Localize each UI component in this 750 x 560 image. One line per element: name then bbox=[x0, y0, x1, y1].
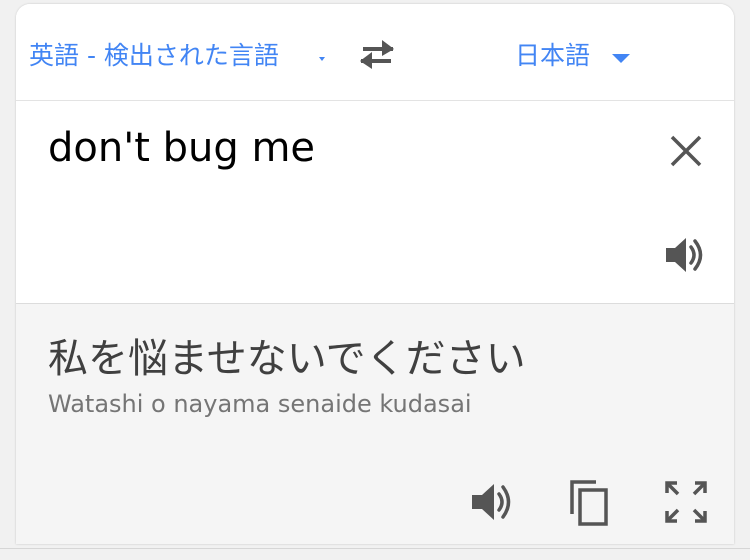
fullscreen-icon[interactable] bbox=[664, 480, 708, 524]
source-text[interactable]: don't bug me bbox=[48, 125, 315, 171]
bottom-divider bbox=[0, 548, 750, 549]
speaker-icon[interactable] bbox=[470, 480, 516, 524]
source-input-area[interactable]: don't bug me bbox=[16, 101, 734, 304]
speaker-icon[interactable] bbox=[664, 235, 708, 275]
translation-text: 私を悩ませないでください bbox=[48, 336, 526, 382]
language-bar: 英語 - 検出された言語 日本語 bbox=[16, 4, 734, 101]
swap-arrows-icon[interactable] bbox=[357, 38, 397, 70]
target-language-selector[interactable]: 日本語 bbox=[515, 36, 590, 72]
copy-icon[interactable] bbox=[566, 478, 612, 528]
translate-card: 英語 - 検出された言語 日本語 don't bug me 私を悩ませないでくだ… bbox=[16, 4, 734, 544]
source-language-selector[interactable]: 英語 - 検出された言語 bbox=[29, 36, 279, 72]
close-icon[interactable] bbox=[666, 131, 706, 171]
target-language-caret-icon[interactable] bbox=[612, 54, 630, 63]
source-language-caret-icon[interactable] bbox=[319, 57, 325, 61]
translation-output-area: 私を悩ませないでください Watashi o nayama senaide ku… bbox=[16, 304, 734, 544]
romanization-text: Watashi o nayama senaide kudasai bbox=[48, 390, 472, 418]
